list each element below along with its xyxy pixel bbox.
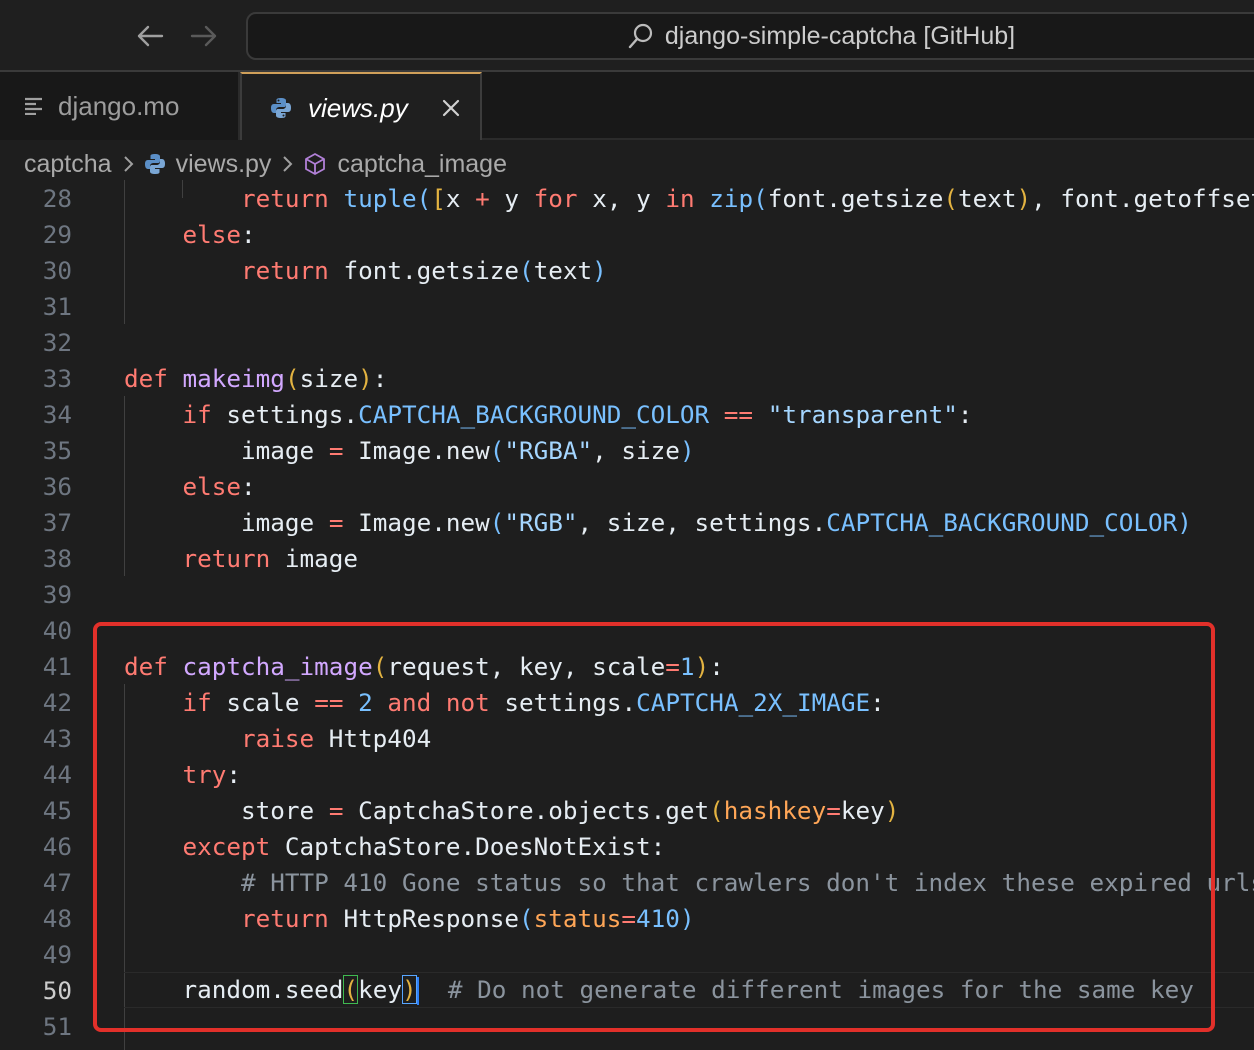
search-icon [627, 22, 655, 50]
command-center-search[interactable]: django-simple-captcha [GitHub] [246, 12, 1254, 60]
code-line: 44 try: [0, 756, 1254, 792]
code-text: return font.getsize(text) [241, 255, 607, 285]
code-line: 49 [0, 936, 1254, 972]
line-number: 37 [42, 507, 72, 537]
line-number: 32 [42, 327, 72, 357]
lines-icon [24, 97, 44, 115]
code-line: 43 raise Http404 [0, 720, 1254, 756]
chevron-right-icon [122, 155, 134, 173]
breadcrumb-label: views.py [175, 149, 272, 178]
code-text: image = Image.new("RGBA", size) [241, 435, 695, 465]
close-icon[interactable] [442, 99, 460, 117]
line-number: 50 [42, 975, 72, 1005]
forward-arrow-icon[interactable] [186, 18, 222, 54]
code-text: raise Http404 [241, 723, 432, 753]
line-number: 31 [42, 291, 72, 321]
title-bar: django-simple-captcha [GitHub] [0, 0, 1254, 72]
line-number: 49 [42, 939, 72, 969]
code-line: 28 return tuple([x + y for x, y in zip(f… [0, 180, 1254, 216]
line-number: 34 [42, 399, 72, 429]
code-editor[interactable]: 28 return tuple([x + y for x, y in zip(f… [0, 180, 1254, 1050]
breadcrumb-item-file[interactable]: views.py [144, 149, 272, 179]
code-line: 32 [0, 324, 1254, 360]
tab-label: views.py [308, 92, 408, 123]
code-line: 46 except CaptchaStore.DoesNotExist: [0, 828, 1254, 864]
code-text: return tuple([x + y for x, y in zip(font… [241, 183, 1254, 213]
code-line: 31 [0, 288, 1254, 324]
line-number: 46 [42, 831, 72, 861]
line-number: 40 [42, 615, 72, 645]
code-line: 35 image = Image.new("RGBA", size) [0, 432, 1254, 468]
line-number: 35 [42, 435, 72, 465]
line-number: 51 [42, 1011, 72, 1041]
search-text: django-simple-captcha [GitHub] [664, 21, 1016, 50]
line-number: 48 [42, 903, 72, 933]
line-number: 45 [42, 795, 72, 825]
line-number: 39 [42, 579, 72, 609]
code-line: 36 else: [0, 468, 1254, 504]
chevron-right-icon [281, 155, 293, 173]
code-text: try: [182, 759, 242, 789]
breadcrumb-label: captcha_image [337, 149, 507, 178]
code-line: 40 [0, 612, 1254, 648]
code-text: else: [182, 219, 256, 249]
tab-label: django.mo [58, 90, 180, 121]
code-line: 33 def makeimg(size): [0, 360, 1254, 396]
code-text: random.seed(key) # Do not generate diffe… [182, 975, 1194, 1005]
code-line: 37 image = Image.new("RGB", size, settin… [0, 504, 1254, 540]
breadcrumb-item-symbol[interactable]: captcha_image [303, 150, 507, 179]
python-icon [270, 97, 292, 119]
python-icon [144, 153, 166, 175]
line-number: 42 [42, 687, 72, 717]
tab-django-mo[interactable]: django.mo [0, 72, 240, 140]
code-line: 45 store = CaptchaStore.objects.get(hash… [0, 792, 1254, 828]
line-number: 43 [42, 723, 72, 753]
code-line: 30 return font.getsize(text) [0, 252, 1254, 288]
line-number: 38 [42, 543, 72, 573]
line-number: 29 [42, 219, 72, 249]
code-text: return image [182, 543, 359, 573]
code-text: except CaptchaStore.DoesNotExist: [182, 831, 666, 861]
line-number: 33 [42, 363, 72, 393]
code-line: 34 if settings.CAPTCHA_BACKGROUND_COLOR … [0, 396, 1254, 432]
line-number: 36 [42, 471, 72, 501]
code-line: 39 [0, 576, 1254, 612]
code-line-current: 50 random.seed(key) # Do not generate di… [0, 972, 1254, 1008]
code-line: 41 def captcha_image(request, key, scale=… [0, 648, 1254, 684]
code-line: 47 # HTTP 410 Gone status so that crawle… [0, 864, 1254, 900]
code-text: # HTTP 410 Gone status so that crawlers … [241, 867, 1254, 897]
code-text: if settings.CAPTCHA_BACKGROUND_COLOR == … [182, 399, 973, 429]
line-number: 30 [42, 255, 72, 285]
tab-views-py[interactable]: views.py [240, 72, 482, 142]
code-line: 51 [0, 1008, 1254, 1044]
back-arrow-icon[interactable] [132, 18, 168, 54]
code-line: 48 return HttpResponse(status=410) [0, 900, 1254, 936]
line-number: 44 [42, 759, 72, 789]
code-text: def captcha_image(request, key, scale=1)… [124, 651, 724, 681]
code-text: if scale == 2 and not settings.CAPTCHA_2… [182, 687, 885, 717]
code-text: else: [182, 471, 256, 501]
breadcrumb-item-folder[interactable]: captcha [24, 150, 112, 179]
code-text: store = CaptchaStore.objects.get(hashkey… [241, 795, 900, 825]
breadcrumb-label: captcha [24, 149, 112, 178]
method-cube-icon [303, 152, 327, 176]
code-text: def makeimg(size): [124, 363, 388, 393]
code-text: image = Image.new("RGB", size, settings.… [241, 507, 1192, 537]
code-line: 38 return image [0, 540, 1254, 576]
line-number: 41 [42, 651, 72, 681]
code-text: return HttpResponse(status=410) [241, 903, 695, 933]
tab-bar: django.mo views.py [0, 72, 1254, 142]
code-line: 42 if scale == 2 and not settings.CAPTCH… [0, 684, 1254, 720]
line-number: 28 [42, 183, 72, 213]
line-number: 47 [42, 867, 72, 897]
code-line: 29 else: [0, 216, 1254, 252]
